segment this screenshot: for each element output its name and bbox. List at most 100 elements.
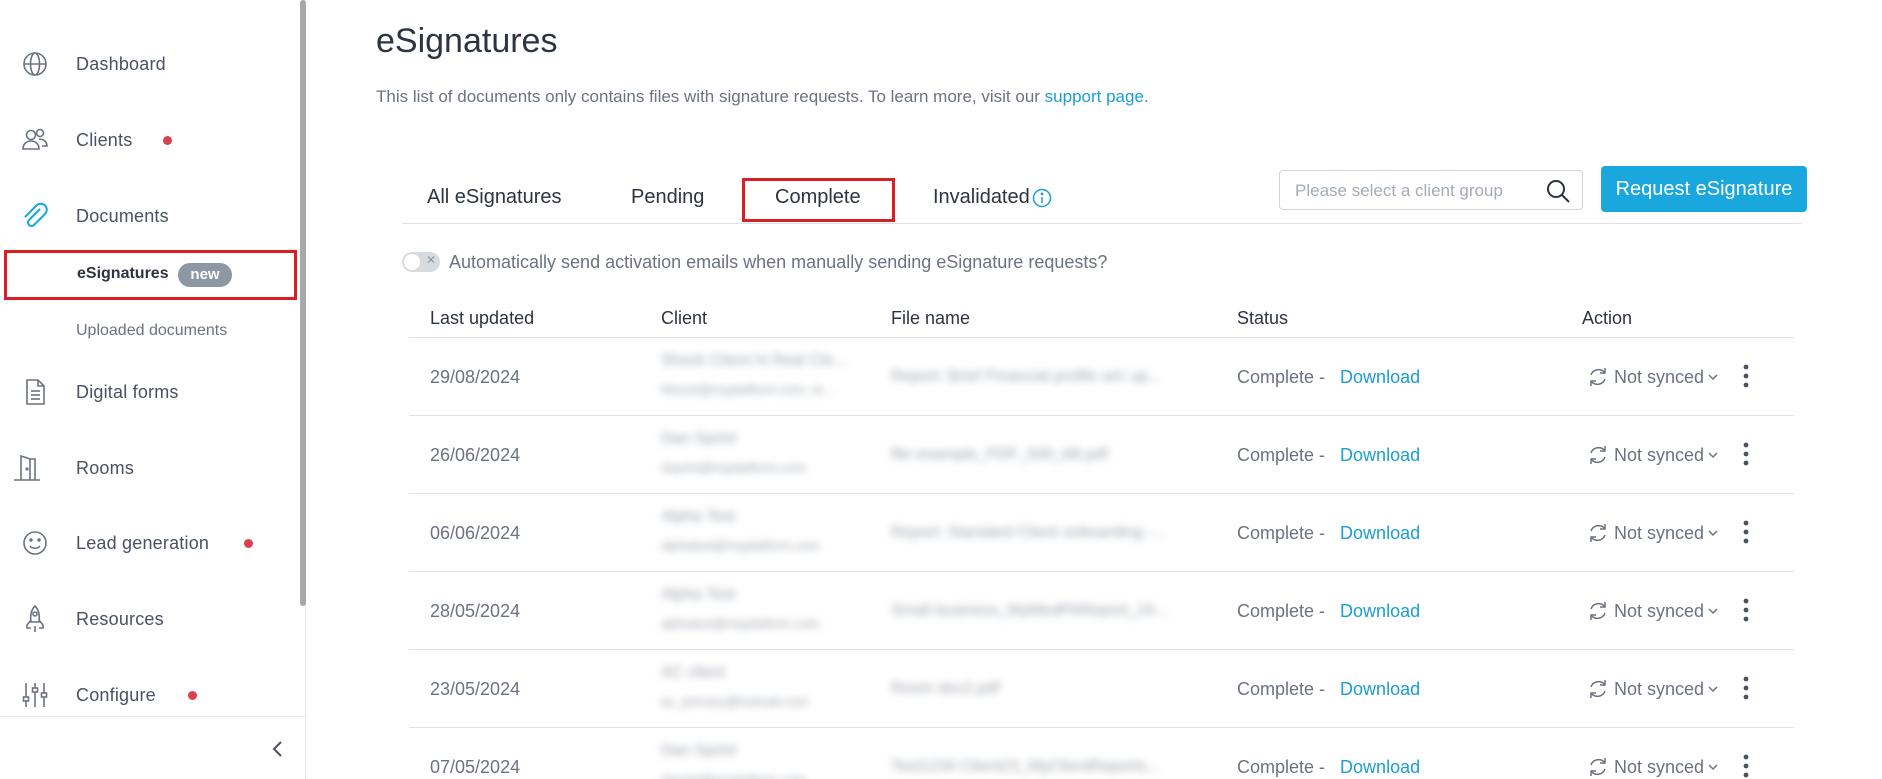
sidebar-item-label: Clients [76, 129, 133, 150]
sync-icon [1590, 680, 1606, 698]
file-name-cell: Report: Standard Client onboarding -... [891, 524, 1166, 541]
client-name-cell: AC client [661, 664, 726, 681]
last-updated-cell: 29/08/2024 [430, 367, 521, 387]
chevron-down-icon [1708, 608, 1718, 615]
sliders-icon [20, 680, 50, 710]
more-options-icon[interactable] [1736, 752, 1756, 779]
sync-status-dropdown[interactable]: Not synced [1586, 443, 1724, 467]
info-icon[interactable] [1032, 188, 1052, 208]
sync-icon [1590, 758, 1606, 776]
download-link[interactable]: Download [1340, 445, 1420, 465]
status-cell: Complete - Download [1237, 757, 1421, 777]
sidebar-item-rooms[interactable]: Rooms [0, 448, 296, 488]
file-name-cell: Room doc2.pdf [891, 680, 1000, 697]
sync-status-dropdown[interactable]: Not synced [1586, 599, 1724, 623]
sidebar-item-dashboard[interactable]: Dashboard [0, 44, 296, 84]
paperclip-icon [20, 201, 50, 231]
table-row[interactable]: 07/05/2024 Dan Sprint dsprint@myplatform… [409, 728, 1794, 779]
column-header-client[interactable]: Client [661, 308, 707, 329]
chevron-left-icon [272, 741, 282, 757]
table-row[interactable]: 26/06/2024 Dan Sprint dsprint@myplatform… [409, 416, 1794, 494]
sync-icon [1590, 524, 1606, 542]
client-group-placeholder: Please select a client group [1295, 181, 1503, 200]
sidebar-scrollbar[interactable] [300, 0, 306, 606]
auto-activation-toggle[interactable]: ✕ [402, 252, 440, 272]
users-icon [20, 125, 50, 155]
sidebar-item-documents[interactable]: Documents [0, 196, 296, 236]
collapse-sidebar-button[interactable] [266, 737, 290, 761]
support-page-link[interactable]: support page [1045, 87, 1144, 106]
tab-invalidated[interactable]: Invalidated [933, 186, 1052, 209]
door-icon [12, 453, 42, 483]
sidebar-subitem-uploaded-documents[interactable]: Uploaded documents [76, 322, 227, 340]
chevron-down-icon [1708, 374, 1718, 381]
sidebar-item-lead-generation[interactable]: Lead generation [0, 523, 296, 563]
client-email-cell: dsprint@myplatform.com [661, 772, 861, 779]
sidebar-item-label: Rooms [76, 457, 135, 478]
sync-status-dropdown[interactable]: Not synced [1586, 365, 1724, 389]
table-row[interactable]: 06/06/2024 Alpha Test alphatest@myplatfo… [409, 494, 1794, 572]
client-email-cell: fshock@myplatform.com, re... [661, 382, 834, 397]
file-name-cell: Small business_MyMedPAReport_24... [891, 602, 1169, 619]
sidebar-item-digital-forms[interactable]: Digital forms [0, 372, 296, 412]
chevron-down-icon [1708, 530, 1718, 537]
tab-pending[interactable]: Pending [631, 186, 704, 209]
page-subtitle: This list of documents only contains fil… [376, 87, 1149, 106]
last-updated-cell: 26/06/2024 [430, 445, 521, 465]
table-row[interactable]: 29/08/2024 Shock Client hi Real Cle... f… [409, 338, 1794, 416]
notification-dot [244, 539, 253, 548]
highlight-box [742, 178, 895, 222]
sync-status-dropdown[interactable]: Not synced [1586, 521, 1724, 545]
last-updated-cell: 23/05/2024 [430, 679, 521, 699]
download-link[interactable]: Download [1340, 601, 1420, 621]
column-header-last-updated[interactable]: Last updated [430, 308, 534, 329]
document-icon [20, 377, 50, 407]
last-updated-cell: 07/05/2024 [430, 757, 521, 777]
x-icon: ✕ [426, 253, 437, 267]
sidebar: Dashboard Clients Documents eSignatures … [0, 0, 306, 779]
column-header-status[interactable]: Status [1237, 308, 1288, 329]
sync-icon [1590, 602, 1606, 620]
client-name-cell: Shock Client hi Real Cle... [661, 352, 847, 369]
sidebar-item-label: Lead generation [76, 532, 210, 553]
client-email-cell: dsprint@myplatform.com [661, 460, 806, 475]
sidebar-item-label: Digital forms [76, 381, 179, 402]
last-updated-cell: 06/06/2024 [430, 523, 521, 543]
download-link[interactable]: Download [1340, 523, 1420, 543]
tab-all-esignatures[interactable]: All eSignatures [427, 186, 562, 209]
smiley-icon [20, 528, 50, 558]
column-header-file-name[interactable]: File name [891, 308, 970, 329]
download-link[interactable]: Download [1340, 757, 1420, 777]
more-options-icon[interactable] [1736, 362, 1756, 390]
new-badge: new [178, 263, 232, 287]
more-options-icon[interactable] [1736, 518, 1756, 546]
tabs-divider [402, 223, 1802, 224]
sidebar-item-resources[interactable]: Resources [0, 599, 296, 639]
sidebar-item-label: Dashboard [76, 53, 166, 74]
search-icon[interactable] [1544, 177, 1572, 205]
more-options-icon[interactable] [1736, 596, 1756, 624]
client-group-select[interactable]: Please select a client group [1279, 170, 1583, 210]
request-esignature-button[interactable]: Request eSignature [1601, 166, 1807, 212]
download-link[interactable]: Download [1340, 679, 1420, 699]
column-header-action: Action [1582, 308, 1633, 328]
sidebar-item-clients[interactable]: Clients [0, 120, 296, 160]
sync-status-dropdown[interactable]: Not synced [1586, 677, 1724, 701]
client-email-cell: alphatest@myplatform.com [661, 538, 820, 553]
chevron-down-icon [1708, 764, 1718, 771]
last-updated-cell: 28/05/2024 [430, 601, 521, 621]
page-title: eSignatures [376, 22, 558, 60]
table-row[interactable]: 23/05/2024 AC client ac_primary@hotmail.… [409, 650, 1794, 728]
sidebar-item-label: Resources [76, 608, 164, 629]
client-email-cell: ac_primary@hotmail.com [661, 694, 809, 709]
sidebar-item-configure[interactable]: Configure [0, 675, 296, 715]
sidebar-subitem-esignatures[interactable]: eSignatures [77, 265, 169, 283]
sidebar-item-label: Configure [76, 684, 156, 705]
more-options-icon[interactable] [1736, 440, 1756, 468]
more-options-icon[interactable] [1736, 674, 1756, 702]
sync-status-dropdown[interactable]: Not synced [1586, 755, 1724, 779]
client-name-cell: Alpha Test [661, 508, 736, 525]
download-link[interactable]: Download [1340, 367, 1420, 387]
table-row[interactable]: 28/05/2024 Alpha Test alphatest@myplatfo… [409, 572, 1794, 650]
status-cell: Complete - Download [1237, 601, 1421, 621]
